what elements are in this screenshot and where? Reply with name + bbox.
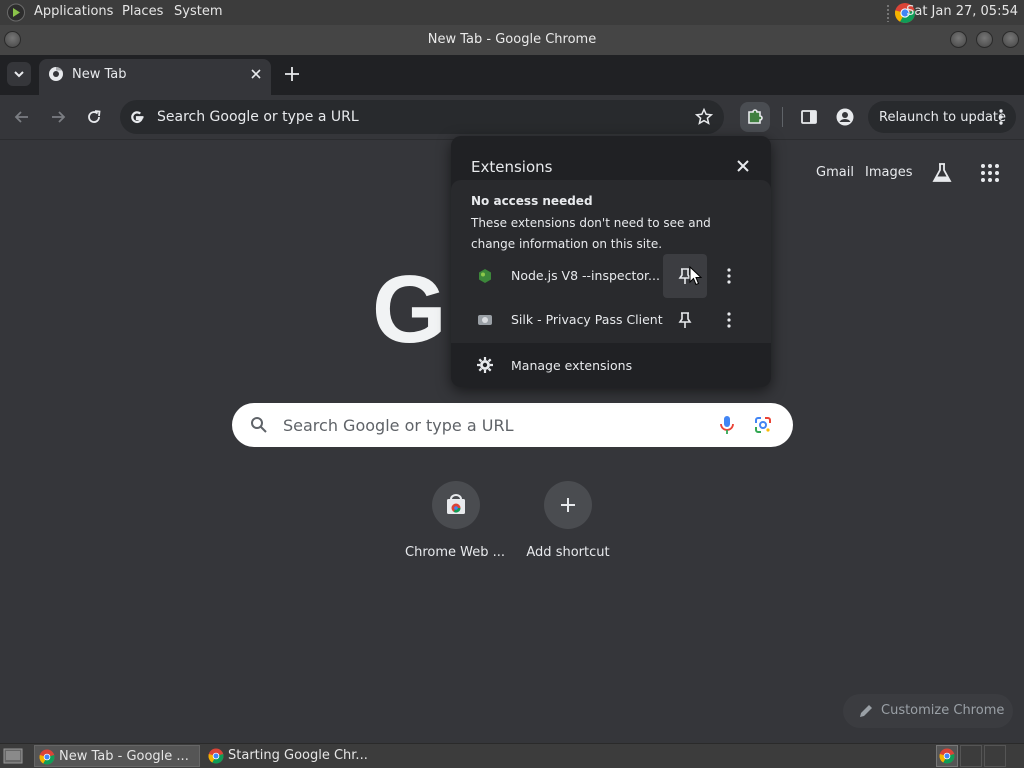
show-desktop-icon[interactable] [3,747,23,765]
side-panel-icon[interactable] [799,107,819,127]
shortcut-label-add: Add shortcut [526,545,610,560]
tab-search-button[interactable] [7,62,31,86]
no-access-section-title: No access needed [471,194,593,208]
chevron-down-icon [14,71,24,78]
chrome-workspace-icon [939,748,955,764]
forward-arrow-icon[interactable] [48,107,68,127]
omnibox-placeholder: Search Google or type a URL [157,109,359,125]
menu-places[interactable]: Places [122,4,163,20]
close-icon[interactable] [735,158,751,174]
pencil-icon [860,705,872,717]
window-menu-button[interactable] [4,31,21,48]
menu-system[interactable]: System [174,4,222,20]
pin-icon-silk[interactable] [677,311,693,329]
applications-menu-icon[interactable] [6,3,26,22]
taskbar-item-new-tab[interactable]: New Tab - Google ... [34,745,200,767]
taskbar-item-label: Starting Google Chr... [228,748,368,763]
tab-title: New Tab [72,67,127,82]
workspace-switcher-3[interactable] [984,745,1006,767]
shortcut-label-chrome-web-store: Chrome Web ... [405,545,505,560]
manage-extensions-label: Manage extensions [511,358,633,373]
shortcut-chrome-web-store[interactable] [432,481,480,529]
top-system-panel: Applications Places System Sat Jan 27, 0… [0,0,1024,25]
extension-menu-icon-silk[interactable] [724,311,734,329]
extension-menu-icon-nodejs[interactable] [724,267,734,285]
back-arrow-icon[interactable] [12,107,32,127]
google-g-icon [131,111,144,124]
relaunch-label: Relaunch to update [879,110,1007,125]
voice-search-mic-icon[interactable] [718,414,736,436]
taskbar-item-label: New Tab - Google ... [59,749,189,764]
workspace-switcher-2[interactable] [960,745,982,767]
taskbar-item-starting-chrome[interactable]: Starting Google Chr... [204,745,374,767]
chrome-web-store-icon [447,494,465,514]
profile-avatar-icon[interactable] [835,107,855,127]
apps-grid-icon[interactable] [979,162,1001,184]
extensions-popup-title: Extensions [471,158,553,176]
gmail-link[interactable]: Gmail [816,165,854,181]
menu-applications[interactable]: Applications [34,4,113,20]
google-logo: G [372,256,447,363]
mouse-cursor-icon [689,266,703,286]
reload-icon[interactable] [84,107,104,127]
kebab-menu-icon[interactable] [996,108,1006,126]
extension-name-nodejs: Node.js V8 --inspector... [511,268,660,283]
search-icon [251,417,267,433]
window-titlebar: New Tab - Google Chrome [0,25,1024,55]
google-lens-icon[interactable] [753,415,773,435]
add-shortcut-button[interactable] [544,481,592,529]
images-link[interactable]: Images [865,165,913,181]
tab-close-icon[interactable] [248,66,264,82]
chrome-favicon-icon [49,66,63,81]
labs-flask-icon[interactable] [930,161,954,185]
extensions-button[interactable] [740,102,770,132]
clock[interactable]: Sat Jan 27, 05:54 [906,4,1018,20]
new-tab-plus-icon[interactable] [283,65,301,83]
panel-handle [886,4,890,22]
chrome-taskbar-icon [208,748,224,764]
puzzle-icon [748,109,763,124]
maximize-button[interactable] [976,31,993,48]
bookmark-star-icon[interactable] [694,107,714,127]
silk-icon [478,315,492,325]
customize-chrome-label: Customize Chrome [881,703,1005,718]
extension-name-silk: Silk - Privacy Pass Client [511,312,663,327]
minimize-button[interactable] [950,31,967,48]
close-window-button[interactable] [1002,31,1019,48]
no-access-section-desc: These extensions don't need to see and c… [471,216,711,251]
nodejs-icon [479,269,491,283]
workspace-switcher-1[interactable] [936,745,958,767]
gear-icon [477,357,493,373]
ntp-search-placeholder: Search Google or type a URL [283,416,514,435]
window-title: New Tab - Google Chrome [427,32,597,47]
chrome-taskbar-icon [39,749,55,765]
plus-icon [561,498,575,512]
toolbar-separator [782,107,783,127]
